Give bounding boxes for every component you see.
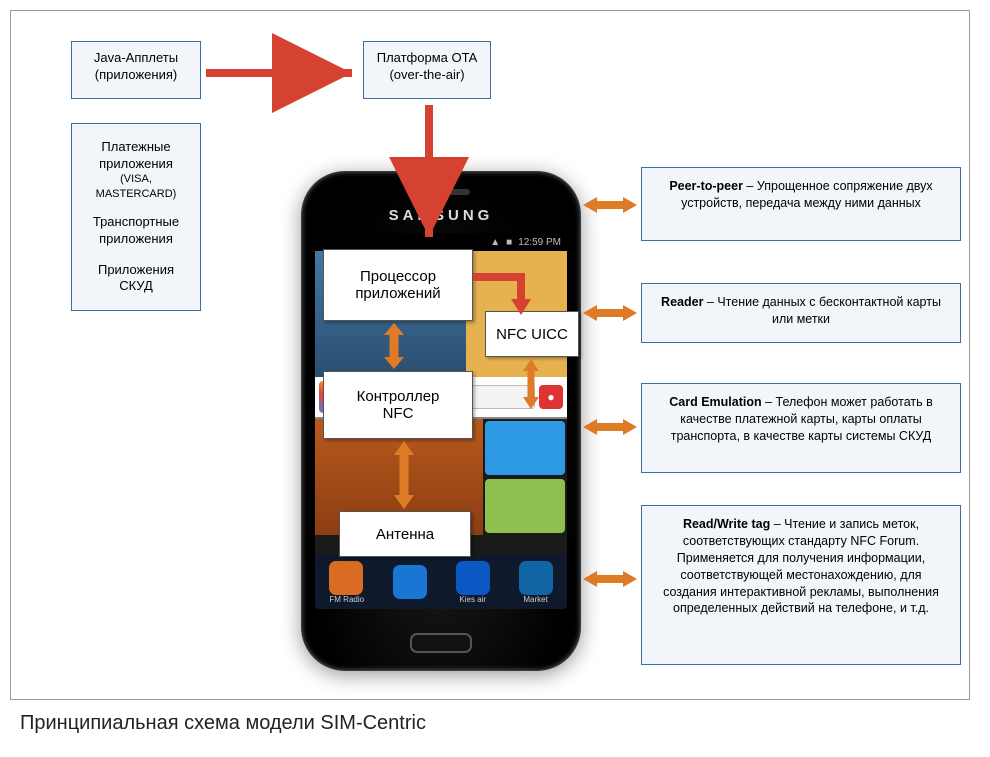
widget-small-1	[485, 421, 565, 475]
label-antenna: Антенна	[339, 511, 471, 557]
box-java-applets: Java-Апплеты (приложения)	[71, 41, 201, 99]
mic-icon[interactable]: ●	[539, 385, 563, 409]
box-p2p: Peer-to-peer – Упрощенное сопряжение дву…	[641, 167, 961, 241]
ota-l1: Платформа OTA	[372, 50, 482, 67]
phone-speaker	[412, 189, 470, 195]
reader-text: – Чтение данных с бесконтактной карты ил…	[703, 295, 941, 326]
wifi-icon: ▲	[490, 237, 500, 248]
apps-pay: Платежные приложения (VISA, MASTERCARD)	[80, 139, 192, 201]
arrow-right-4	[583, 569, 637, 589]
dock-item-2[interactable]	[393, 565, 427, 599]
reader-title: Reader	[661, 295, 703, 309]
box-rw-tag: Read/Write tag – Чтение и запись меток, …	[641, 505, 961, 665]
box-apps-list: Платежные приложения (VISA, MASTERCARD) …	[71, 123, 201, 311]
home-button[interactable]	[410, 633, 472, 653]
diagram-caption: Принципиальная схема модели SIM-Centric	[20, 712, 426, 735]
phone-brand: SAMSUNG	[301, 207, 581, 224]
widget-small-2	[485, 479, 565, 533]
battery-icon: ■	[506, 237, 512, 248]
arrow-right-1	[583, 195, 637, 215]
dock-item-4[interactable]: Market	[519, 561, 553, 604]
arrow-right-2	[583, 303, 637, 323]
arrow-right-3	[583, 417, 637, 437]
arrow-java-to-ota	[206, 63, 358, 83]
box-reader: Reader – Чтение данных с бесконтактной к…	[641, 283, 961, 343]
dock: FM Radio Kies air Market	[315, 555, 567, 609]
card-title: Card Emulation	[669, 395, 761, 409]
apps-skud: Приложения СКУД	[80, 262, 192, 296]
dock-item-3[interactable]: Kies air	[456, 561, 490, 604]
rw-title: Read/Write tag	[683, 517, 770, 531]
box-ota: Платформа OTA (over-the-air)	[363, 41, 491, 99]
label-nfc-uicc: NFC UICC	[485, 311, 579, 357]
p2p-title: Peer-to-peer	[669, 179, 743, 193]
java-l1: Java-Апплеты	[80, 50, 192, 67]
apps-transport: Транспортные приложения	[80, 214, 192, 248]
rw-text: – Чтение и запись меток, соответствующих…	[663, 517, 939, 615]
label-controller: Контроллер NFC	[323, 371, 473, 439]
ota-l2: (over-the-air)	[372, 67, 482, 84]
diagram-frame: Java-Апплеты (приложения) Платежные прил…	[10, 10, 970, 700]
java-l2: (приложения)	[80, 67, 192, 84]
dock-item-1[interactable]: FM Radio	[329, 561, 364, 604]
status-time: 12:59 PM	[518, 237, 561, 248]
label-processor: Процессор приложений	[323, 249, 473, 321]
box-card-emulation: Card Emulation – Телефон может работать …	[641, 383, 961, 473]
